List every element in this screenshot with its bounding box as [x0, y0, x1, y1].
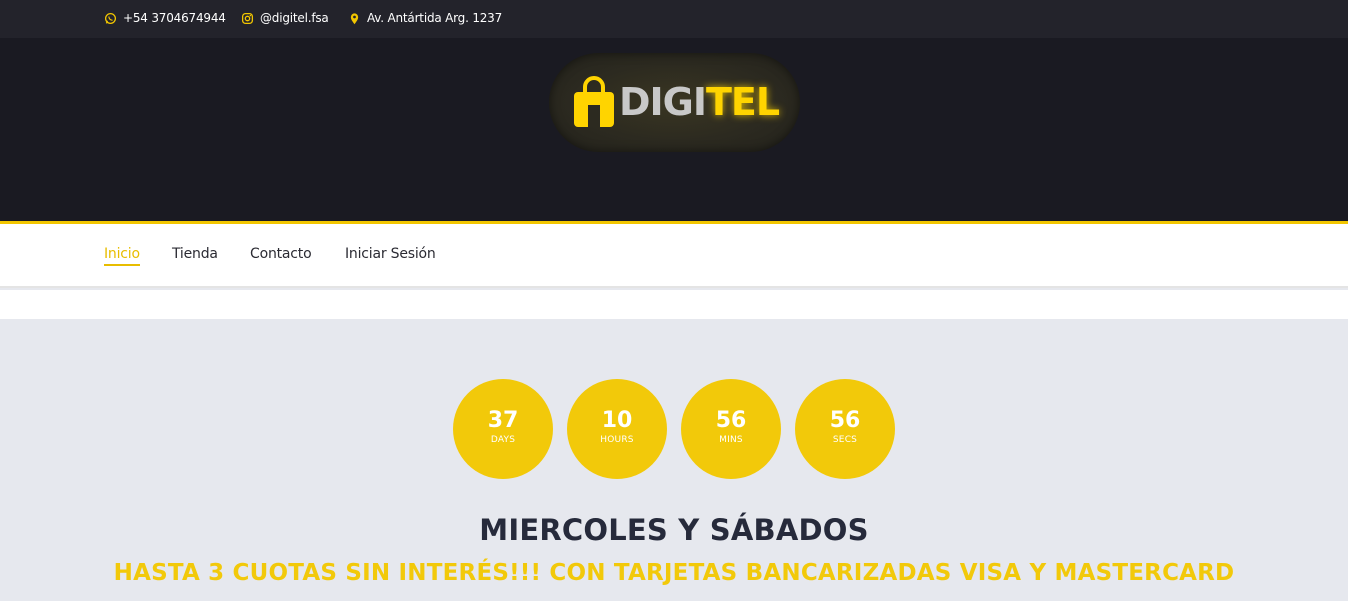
- instagram-icon: [241, 12, 254, 24]
- countdown-days-label: DAYS: [490, 435, 516, 445]
- nav-item-inicio[interactable]: Inicio: [104, 246, 140, 266]
- whatsapp-icon: [104, 12, 117, 24]
- countdown-secs-value: 56: [829, 408, 861, 433]
- logo-wordmark: DIGITEL: [619, 77, 780, 127]
- countdown-mins-value: 56: [715, 408, 747, 433]
- nav-spacer: [0, 290, 1348, 319]
- contact-phone[interactable]: +54 3704674944: [104, 11, 226, 25]
- countdown-mins: 56 MINS: [681, 379, 781, 479]
- map-pin-icon: [350, 12, 359, 24]
- promo-countdown: 37 DAYS 10 HOURS 56 MINS 56 SECS: [453, 379, 895, 479]
- shopping-bag-icon: [574, 76, 614, 127]
- countdown-secs-label: SECS: [832, 435, 858, 445]
- contact-address-text: Av. Antártida Arg. 1237: [367, 11, 503, 25]
- nav-item-tienda[interactable]: Tienda: [172, 246, 218, 262]
- nav-item-contacto[interactable]: Contacto: [250, 246, 312, 262]
- main-nav: Inicio Tienda Contacto Iniciar Sesión: [0, 224, 1348, 288]
- contact-phone-text: +54 3704674944: [123, 11, 226, 25]
- countdown-hours-label: HOURS: [600, 435, 634, 445]
- contact-instagram[interactable]: @digitel.fsa: [241, 11, 329, 25]
- promo-headline: MIERCOLES Y SÁBADOS: [479, 513, 869, 547]
- promo-subline: HASTA 3 CUOTAS SIN INTERÉS!!! CON TARJET…: [113, 560, 1235, 586]
- countdown-mins-label: MINS: [719, 435, 743, 445]
- contact-address[interactable]: Av. Antártida Arg. 1237: [348, 11, 502, 25]
- top-contact-bar: +54 3704674944 @digitel.fsa Av. Antártid…: [0, 0, 1348, 38]
- countdown-days: 37 DAYS: [453, 379, 553, 479]
- site-logo[interactable]: DIGITEL: [549, 53, 800, 152]
- countdown-days-value: 37: [487, 408, 519, 433]
- logo-text-part1: DIGI: [619, 80, 707, 124]
- countdown-secs: 56 SECS: [795, 379, 895, 479]
- countdown-hours-value: 10: [601, 408, 633, 433]
- countdown-hours: 10 HOURS: [567, 379, 667, 479]
- contact-instagram-text: @digitel.fsa: [260, 11, 329, 25]
- nav-item-iniciar-sesion[interactable]: Iniciar Sesión: [345, 246, 436, 262]
- logo-text-part2: TEL: [706, 80, 780, 124]
